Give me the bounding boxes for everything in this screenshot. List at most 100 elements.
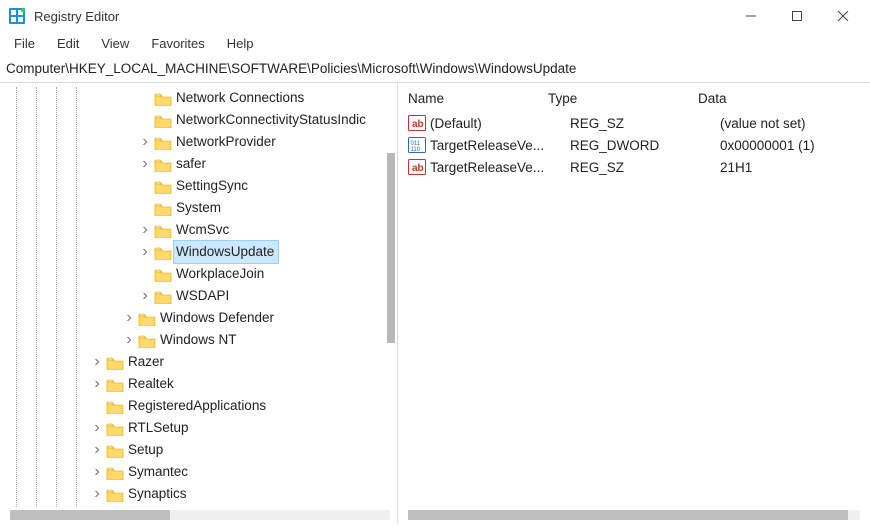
menu-help[interactable]: Help	[217, 34, 264, 53]
menu-view[interactable]: View	[91, 34, 139, 53]
chevron-right-icon[interactable]: ›	[90, 355, 104, 369]
maximize-button[interactable]	[774, 1, 820, 31]
tree-item-label: NetworkProvider	[176, 131, 276, 153]
tree-item[interactable]: › WcmSvc	[2, 219, 397, 241]
value-data: 0x00000001 (1)	[720, 138, 870, 153]
string-value-icon	[408, 115, 426, 131]
chevron-right-icon[interactable]: ›	[90, 377, 104, 391]
menu-favorites[interactable]: Favorites	[141, 34, 214, 53]
folder-icon	[154, 113, 172, 127]
value-type: REG_SZ	[570, 116, 720, 131]
tree-item[interactable]: › WindowsUpdate	[2, 241, 397, 263]
chevron-right-icon[interactable]: ›	[90, 465, 104, 479]
folder-icon	[154, 135, 172, 149]
col-header-data[interactable]: Data	[698, 91, 870, 106]
tree-item[interactable]: › Razer	[2, 351, 397, 373]
value-data: 21H1	[720, 160, 870, 175]
chevron-right-icon[interactable]: ›	[138, 289, 152, 303]
tree-item[interactable]: RegisteredApplications	[2, 395, 397, 417]
tree-item[interactable]: WorkplaceJoin	[2, 263, 397, 285]
tree-item-label: RegisteredApplications	[128, 395, 266, 417]
minimize-button[interactable]	[728, 1, 774, 31]
list-header[interactable]: Name Type Data	[398, 87, 870, 112]
value-row[interactable]: TargetReleaseVe...REG_SZ21H1	[398, 156, 870, 178]
folder-icon	[106, 487, 124, 501]
tree-item[interactable]: › RTLSetup	[2, 417, 397, 439]
tree-item[interactable]: ›WSDAPI	[2, 285, 397, 307]
chevron-right-icon[interactable]: ›	[90, 487, 104, 501]
vertical-scrollbar[interactable]	[387, 153, 395, 343]
tree-item-label: System	[176, 197, 221, 219]
chevron-right-icon[interactable]: ›	[138, 245, 152, 259]
tree-item-label: Windows NT	[160, 329, 237, 351]
tree-item-label: NetworkConnectivityStatusIndic	[176, 109, 366, 131]
value-name: TargetReleaseVe...	[430, 160, 570, 175]
tree-item-label: Windows Defender	[160, 307, 274, 329]
folder-icon	[154, 179, 172, 193]
folder-icon	[106, 355, 124, 369]
tree-spacer	[138, 201, 152, 215]
folder-icon	[154, 289, 172, 303]
value-name: (Default)	[430, 116, 570, 131]
chevron-right-icon[interactable]: ›	[90, 421, 104, 435]
tree-item-label: Symantec	[128, 461, 188, 483]
chevron-right-icon[interactable]: ›	[122, 311, 136, 325]
folder-icon	[154, 267, 172, 281]
tree-item-label: WcmSvc	[176, 219, 229, 241]
folder-icon	[138, 333, 156, 347]
right-hscroll-thumb[interactable]	[408, 510, 848, 520]
value-name: TargetReleaseVe...	[430, 138, 570, 153]
close-button[interactable]	[820, 1, 866, 31]
folder-icon	[106, 443, 124, 457]
chevron-right-icon[interactable]: ›	[138, 157, 152, 171]
col-header-name[interactable]: Name	[398, 91, 548, 106]
menu-file[interactable]: File	[4, 34, 45, 53]
title-bar: Registry Editor	[0, 0, 870, 32]
tree-item[interactable]: System	[2, 197, 397, 219]
tree-spacer	[90, 399, 104, 413]
tree-spacer	[138, 267, 152, 281]
tree-item[interactable]: › Symantec	[2, 461, 397, 483]
tree-spacer	[138, 179, 152, 193]
folder-icon	[154, 201, 172, 215]
chevron-right-icon[interactable]: ›	[90, 443, 104, 457]
col-header-type[interactable]: Type	[548, 91, 698, 106]
regedit-icon	[8, 7, 26, 25]
chevron-right-icon[interactable]: ›	[138, 135, 152, 149]
values-pane[interactable]: Name Type Data (Default)REG_SZ(value not…	[398, 83, 870, 524]
tree-item-label: WorkplaceJoin	[176, 263, 264, 285]
folder-icon	[154, 157, 172, 171]
address-bar[interactable]: Computer\HKEY_LOCAL_MACHINE\SOFTWARE\Pol…	[0, 57, 870, 83]
tree-item-label: safer	[176, 153, 206, 175]
chevron-right-icon[interactable]: ›	[122, 333, 136, 347]
tree-item[interactable]: ›Setup	[2, 439, 397, 461]
tree-item[interactable]: › Realtek	[2, 373, 397, 395]
value-row[interactable]: (Default)REG_SZ(value not set)	[398, 112, 870, 134]
value-row[interactable]: TargetReleaseVe...REG_DWORD0x00000001 (1…	[398, 134, 870, 156]
menu-edit[interactable]: Edit	[47, 34, 89, 53]
tree-spacer	[138, 91, 152, 105]
left-hscroll-thumb[interactable]	[10, 510, 170, 520]
tree-item[interactable]: › Windows Defender	[2, 307, 397, 329]
tree-item[interactable]: NetworkConnectivityStatusIndic	[2, 109, 397, 131]
tree-item[interactable]: Network Connections	[2, 87, 397, 109]
window-title: Registry Editor	[34, 9, 119, 24]
tree-item[interactable]: › Windows NT	[2, 329, 397, 351]
tree-item-label: Razer	[128, 351, 164, 373]
binary-value-icon	[408, 137, 426, 153]
folder-icon	[138, 311, 156, 325]
tree-item-label: Realtek	[128, 373, 174, 395]
folder-icon	[154, 245, 172, 259]
tree-item[interactable]: SettingSync	[2, 175, 397, 197]
chevron-right-icon[interactable]: ›	[138, 223, 152, 237]
folder-icon	[154, 91, 172, 105]
tree-item-label: RTLSetup	[128, 417, 189, 439]
string-value-icon	[408, 159, 426, 175]
tree-item-label: WindowsUpdate	[174, 241, 278, 263]
tree-item[interactable]: › NetworkProvider	[2, 131, 397, 153]
tree-item[interactable]: › safer	[2, 153, 397, 175]
tree-item[interactable]: ›Synaptics	[2, 483, 397, 505]
value-type: REG_DWORD	[570, 138, 720, 153]
folder-icon	[154, 223, 172, 237]
tree-pane[interactable]: Network ConnectionsNetworkConnectivitySt…	[0, 83, 398, 524]
